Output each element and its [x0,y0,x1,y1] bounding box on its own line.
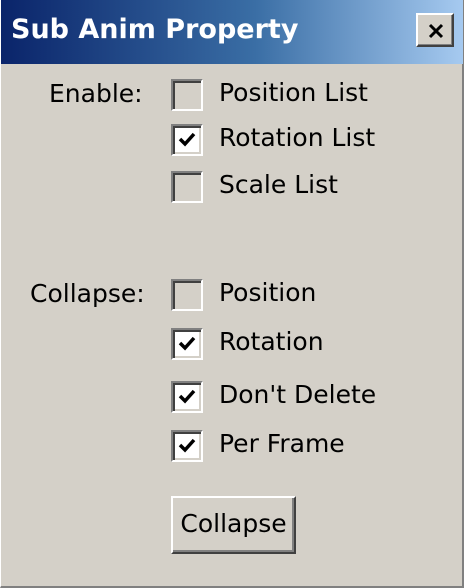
scale-list-checkbox[interactable] [171,171,203,203]
collapse-button[interactable]: Collapse [171,496,296,554]
checkmark-icon [178,132,196,147]
collapse-section-label: Collapse: [30,279,145,308]
scale-list-label: Scale List [219,170,338,199]
rotation-checkbox[interactable] [171,328,203,360]
per-frame-checkbox[interactable] [171,430,203,462]
close-button[interactable] [416,13,454,47]
checkmark-icon [178,438,196,453]
rotation-label: Rotation [219,327,324,356]
checkmark-icon [178,336,196,351]
title-bar[interactable]: Sub Anim Property [1,0,463,64]
position-label: Position [219,278,317,307]
enable-label: Enable: [49,79,143,108]
per-frame-label: Per Frame [219,429,345,458]
window-title: Sub Anim Property [11,14,299,45]
position-checkbox[interactable] [171,279,203,311]
position-list-label: Position List [219,78,368,107]
checkmark-icon [178,389,196,404]
dont-delete-checkbox[interactable] [171,381,203,413]
rotation-list-label: Rotation List [219,123,376,152]
dont-delete-label: Don't Delete [219,380,377,409]
close-icon [428,23,444,39]
rotation-list-checkbox[interactable] [171,124,203,156]
sub-anim-property-dialog: Sub Anim Property Enable: Position List … [0,0,464,588]
position-list-checkbox[interactable] [171,79,203,111]
